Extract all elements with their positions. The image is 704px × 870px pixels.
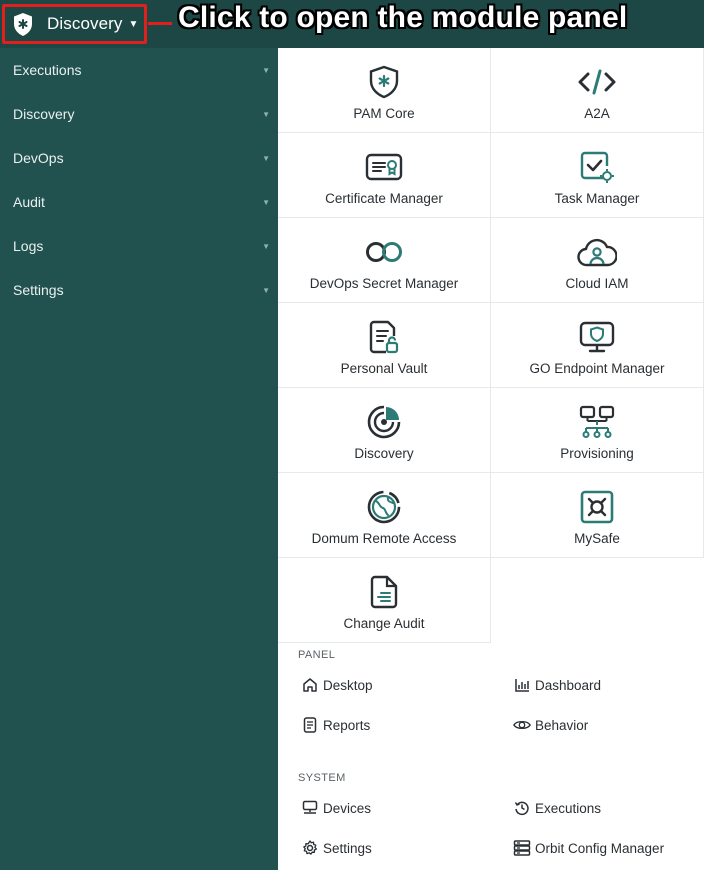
- eye-icon: [513, 716, 531, 734]
- module-label: Personal Vault: [340, 361, 428, 376]
- module-tile-change-audit[interactable]: Change Audit: [278, 558, 491, 643]
- system-link-orbit-config-manager[interactable]: Orbit Config Manager: [513, 839, 664, 857]
- link-label: Behavior: [535, 717, 589, 733]
- document-lock-icon: [364, 319, 404, 355]
- module-label: MySafe: [574, 531, 620, 546]
- task-icon: [577, 149, 617, 185]
- chevron-down-icon: ▼: [262, 153, 270, 163]
- callout-annotation: Click to open the module panel: [178, 1, 628, 34]
- sidebar-item-logs[interactable]: Logs ▼: [0, 224, 278, 268]
- module-tile-cloud-iam[interactable]: Cloud IAM: [491, 218, 704, 303]
- module-tile-discovery[interactable]: Discovery: [278, 388, 491, 473]
- chevron-down-icon: ▼: [262, 285, 270, 295]
- chevron-down-icon: ▼: [262, 109, 270, 119]
- link-label: Dashboard: [535, 677, 602, 693]
- system-section-title: SYSTEM: [298, 772, 346, 784]
- cloud-user-icon: [577, 234, 617, 270]
- monitor-shield-icon: [577, 319, 617, 355]
- report-icon: [301, 716, 319, 734]
- panel-link-reports[interactable]: Reports: [301, 716, 370, 734]
- module-tile-task-manager[interactable]: Task Manager: [491, 133, 704, 218]
- link-label: Devices: [323, 800, 372, 816]
- module-label: Discovery: [354, 446, 414, 461]
- sidebar-nav: Executions ▼ Discovery ▼ DevOps ▼ Audit ▼ Lo…: [0, 48, 278, 312]
- sidebar-item-label: Settings: [13, 282, 64, 298]
- module-label: Domum Remote Access: [311, 531, 457, 546]
- file-audit-icon: [364, 574, 404, 610]
- devices-icon: [301, 799, 319, 817]
- server-icon: [513, 839, 531, 857]
- module-label: Task Manager: [554, 191, 640, 206]
- sidebar-item-audit[interactable]: Audit ▼: [0, 180, 278, 224]
- module-label: Cloud IAM: [565, 276, 629, 291]
- current-module-name: Discovery: [47, 14, 123, 33]
- sidebar-item-label: Discovery: [13, 106, 75, 122]
- module-tile-pam-core[interactable]: PAM Core: [278, 48, 491, 133]
- shield-logo-icon: [11, 11, 35, 37]
- link-label: Executions: [535, 800, 602, 816]
- system-link-devices[interactable]: Devices: [301, 799, 371, 817]
- radar-icon: [364, 404, 404, 440]
- module-label: PAM Core: [353, 106, 415, 121]
- chevron-down-icon: ▼: [262, 241, 270, 251]
- link-label: Reports: [323, 717, 371, 733]
- caret-down-icon: ▼: [128, 18, 139, 30]
- panel-section-title: PANEL: [298, 649, 336, 661]
- globe-icon: [364, 489, 404, 525]
- module-tile-devops-secret-manager[interactable]: DevOps Secret Manager: [278, 218, 491, 303]
- chevron-down-icon: ▼: [262, 197, 270, 207]
- module-tile-personal-vault[interactable]: Personal Vault: [278, 303, 491, 388]
- module-label: GO Endpoint Manager: [529, 361, 665, 376]
- module-label: DevOps Secret Manager: [309, 276, 459, 291]
- module-label: A2A: [584, 106, 610, 121]
- module-tile-go-endpoint-manager[interactable]: GO Endpoint Manager: [491, 303, 704, 388]
- shield-icon: [364, 64, 404, 100]
- sidebar-item-label: Audit: [13, 194, 45, 210]
- system-link-settings[interactable]: Settings: [301, 839, 372, 857]
- sidebar-item-executions[interactable]: Executions ▼: [0, 48, 278, 92]
- panel-link-desktop[interactable]: Desktop: [301, 676, 373, 694]
- safe-icon: [577, 489, 617, 525]
- sidebar-item-settings[interactable]: Settings ▼: [0, 268, 278, 312]
- module-switcher-button[interactable]: Discovery ▼: [2, 4, 147, 44]
- network-icon: [577, 404, 617, 440]
- module-label: Change Audit: [343, 616, 425, 631]
- sidebar-item-devops[interactable]: DevOps ▼: [0, 136, 278, 180]
- panel-link-behavior[interactable]: Behavior: [513, 716, 588, 734]
- sidebar-item-discovery[interactable]: Discovery ▼: [0, 92, 278, 136]
- sidebar: Executions ▼ Discovery ▼ DevOps ▼ Audit ▼ Lo…: [0, 0, 278, 870]
- callout-connector: [148, 22, 172, 25]
- module-tile-mysafe[interactable]: MySafe: [491, 473, 704, 558]
- chevron-down-icon: ▼: [262, 65, 270, 75]
- infinity-icon: [364, 234, 404, 270]
- module-tile-a2a[interactable]: A2A: [491, 48, 704, 133]
- code-icon: [577, 64, 617, 100]
- gear-icon: [301, 839, 319, 857]
- module-tile-certificate-manager[interactable]: Certificate Manager: [278, 133, 491, 218]
- module-panel: PAM Core A2A Certificate Manager Task Ma…: [278, 48, 704, 870]
- system-link-executions[interactable]: Executions: [513, 799, 601, 817]
- link-label: Desktop: [323, 677, 373, 693]
- bar-chart-icon: [513, 676, 531, 694]
- sidebar-item-label: Logs: [13, 238, 44, 254]
- top-bar: MODULES Discovery ▼ Click to open the mo…: [0, 0, 704, 48]
- home-icon: [301, 676, 319, 694]
- module-label: Provisioning: [560, 446, 634, 461]
- sidebar-item-label: DevOps: [13, 150, 64, 166]
- history-icon: [513, 799, 531, 817]
- module-label: Certificate Manager: [325, 191, 443, 206]
- link-label: Settings: [323, 840, 372, 856]
- panel-link-dashboard[interactable]: Dashboard: [513, 676, 601, 694]
- link-label: Orbit Config Manager: [535, 840, 665, 856]
- certificate-icon: [364, 149, 404, 185]
- module-tile-domum-remote-access[interactable]: Domum Remote Access: [278, 473, 491, 558]
- module-tile-provisioning[interactable]: Provisioning: [491, 388, 704, 473]
- sidebar-item-label: Executions: [13, 62, 82, 78]
